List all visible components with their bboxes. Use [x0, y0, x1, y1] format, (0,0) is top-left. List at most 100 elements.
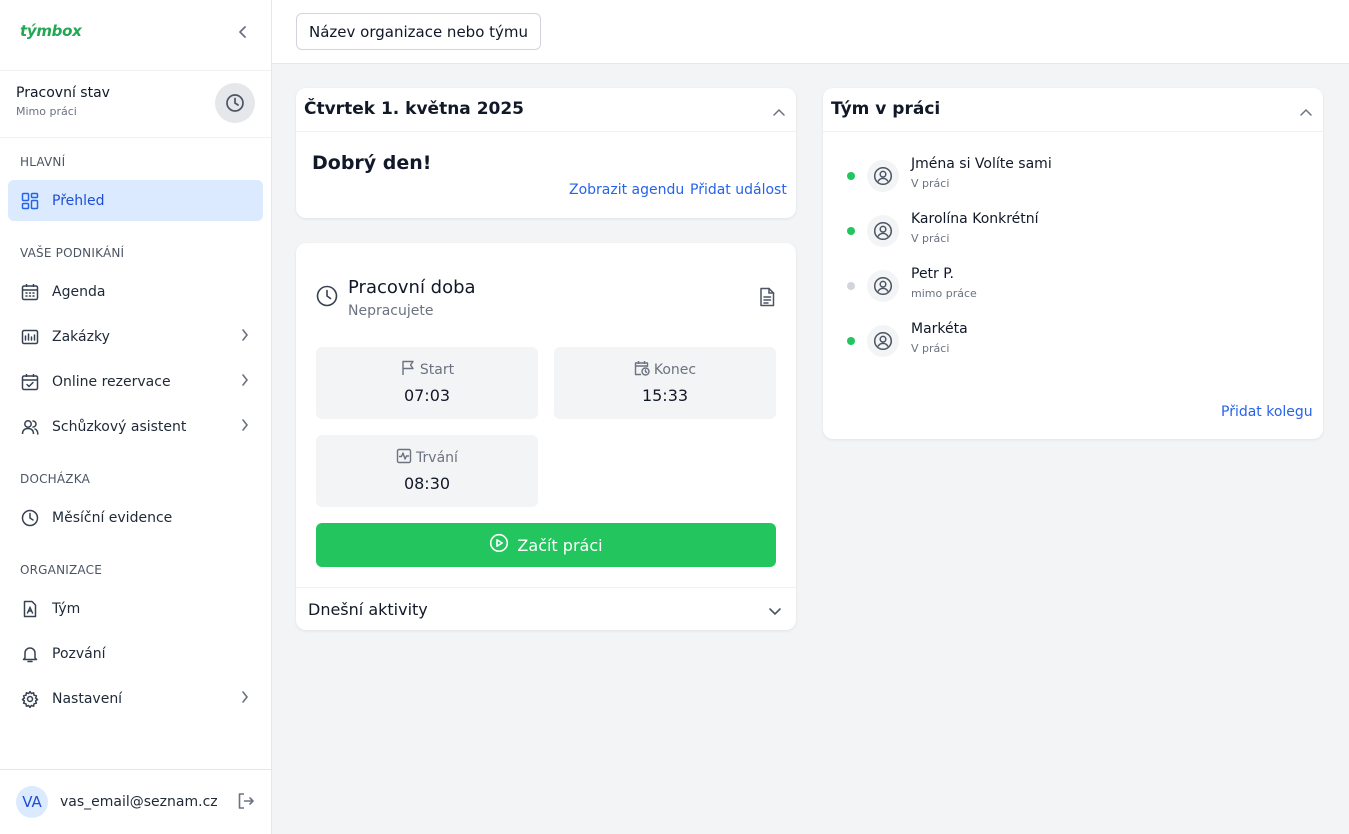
- clock-icon: [20, 508, 40, 528]
- sidebar-item-label: Měsíční evidence: [52, 509, 173, 526]
- start-work-button[interactable]: Začít práci: [316, 523, 776, 567]
- presence-dot: [847, 282, 855, 290]
- sidebar-item-label: Agenda: [52, 283, 106, 300]
- play-icon: [489, 533, 509, 557]
- presence-dot: [847, 172, 855, 180]
- member-status: V práci: [911, 342, 950, 355]
- section-main: HLAVNÍ: [20, 155, 66, 169]
- sidebar-item-label: Zakázky: [52, 328, 110, 345]
- flag-icon: [400, 360, 416, 380]
- clock-icon: [316, 285, 338, 311]
- presence-dot: [847, 337, 855, 345]
- chevron-right-icon: [241, 690, 249, 708]
- user-avatar-icon: [867, 215, 899, 247]
- sidebar-item-label: Tým: [52, 600, 81, 617]
- team-card-header[interactable]: Tým v práci: [823, 88, 1323, 132]
- chevron-right-icon: [241, 373, 249, 391]
- logout-icon[interactable]: [236, 791, 256, 815]
- sidebar-item-label: Online rezervace: [52, 373, 171, 390]
- sidebar-item-label: Schůzkový asistent: [52, 418, 187, 435]
- chevron-right-icon: [241, 418, 249, 436]
- id-badge-icon: [20, 599, 40, 619]
- member-name: Jména si Volíte sami: [911, 156, 1052, 172]
- calendar-clock-icon: [634, 360, 650, 380]
- section-business: VAŠE PODNIKÁNÍ: [20, 246, 125, 260]
- member-status: V práci: [911, 232, 950, 245]
- work-time-card: Pracovní doba Nepracujete Start 07:03 Ko…: [296, 243, 796, 630]
- duration-value: 08:30: [403, 474, 451, 493]
- today-activities-title: Dnešní aktivity: [308, 600, 428, 619]
- organization-name-button[interactable]: Název organizace nebo týmu: [296, 13, 542, 50]
- day-card: Čtvrtek 1. května 2025 Dobrý den! Zobraz…: [296, 88, 796, 218]
- user-email: vas_email@seznam.cz: [60, 794, 218, 810]
- sidebar-item-meeting-assistant[interactable]: Schůzkový asistent: [8, 406, 263, 447]
- show-agenda-link[interactable]: Zobrazit agendu: [569, 182, 684, 198]
- sidebar-item-invites[interactable]: Pozvání: [8, 633, 263, 674]
- chevron-up-icon[interactable]: [772, 102, 786, 121]
- users-icon: [20, 417, 40, 437]
- user-footer: VA vas_email@seznam.cz: [0, 769, 271, 834]
- sidebar-item-orders[interactable]: Zakázky: [8, 316, 263, 357]
- add-event-link[interactable]: Přidat událost: [690, 182, 787, 198]
- chevron-right-icon: [241, 328, 249, 346]
- user-avatar-icon: [867, 160, 899, 192]
- end-label: Konec: [653, 362, 697, 378]
- sidebar-item-label: Pozvání: [52, 645, 106, 662]
- team-member[interactable]: Petr P. mimo práce: [847, 266, 1307, 306]
- start-value: 07:03: [403, 386, 451, 405]
- greeting-text: Dobrý den!: [312, 152, 432, 174]
- collapse-sidebar-icon[interactable]: [234, 22, 252, 42]
- team-member[interactable]: Karolína Konkrétní V práci: [847, 211, 1307, 251]
- section-organization: ORGANIZACE: [20, 563, 102, 577]
- day-card-header[interactable]: Čtvrtek 1. května 2025: [296, 88, 796, 132]
- start-label: Start: [419, 362, 455, 378]
- member-name: Petr P.: [911, 266, 954, 282]
- end-value: 15:33: [641, 386, 689, 405]
- user-avatar-icon: [867, 325, 899, 357]
- today-activities-toggle[interactable]: Dnešní aktivity: [296, 587, 796, 630]
- clock-icon[interactable]: [215, 83, 255, 123]
- duration-label: Trvání: [416, 450, 458, 466]
- sidebar-item-booking[interactable]: Online rezervace: [8, 361, 263, 402]
- avatar[interactable]: VA: [16, 786, 48, 818]
- work-status-value: Mimo práci: [16, 105, 77, 118]
- member-status: V práci: [911, 177, 950, 190]
- duration-tile: Trvání 08:30: [316, 435, 538, 507]
- section-attendance: DOCHÁZKA: [20, 472, 90, 486]
- sidebar-item-monthly-records[interactable]: Měsíční evidence: [8, 497, 263, 538]
- work-time-title: Pracovní doba: [348, 277, 476, 298]
- sidebar-item-settings[interactable]: Nastavení: [8, 678, 263, 719]
- presence-dot: [847, 227, 855, 235]
- sidebar-item-team[interactable]: Tým: [8, 588, 263, 629]
- member-name: Markéta: [911, 321, 968, 337]
- calendar-check-icon: [20, 372, 40, 392]
- dashboard-icon: [20, 191, 40, 211]
- work-status-panel: Pracovní stav Mimo práci: [0, 70, 271, 138]
- team-card-title: Tým v práci: [831, 99, 941, 119]
- top-bar: Název organizace nebo týmu: [272, 0, 1349, 64]
- gear-icon: [20, 689, 40, 709]
- team-at-work-card: Tým v práci Jména si Volíte sami V práci…: [823, 88, 1323, 439]
- work-status-title: Pracovní stav: [16, 85, 110, 101]
- end-time-tile: Konec 15:33: [554, 347, 776, 419]
- member-name: Karolína Konkrétní: [911, 211, 1039, 227]
- team-member[interactable]: Jména si Volíte sami V práci: [847, 156, 1307, 196]
- sidebar: týmbox Pracovní stav Mimo práci HLAVNÍ P…: [0, 0, 272, 834]
- chart-map-icon: [20, 327, 40, 347]
- start-time-tile: Start 07:03: [316, 347, 538, 419]
- document-icon[interactable]: [758, 287, 776, 311]
- chevron-down-icon[interactable]: [768, 602, 782, 621]
- member-status: mimo práce: [911, 287, 977, 300]
- sidebar-item-agenda[interactable]: Agenda: [8, 271, 263, 312]
- user-avatar-icon: [867, 270, 899, 302]
- sidebar-item-overview[interactable]: Přehled: [8, 180, 263, 221]
- add-colleague-link[interactable]: Přidat kolegu: [1221, 404, 1313, 420]
- team-member[interactable]: Markéta V práci: [847, 321, 1307, 361]
- activity-icon: [396, 448, 412, 468]
- app-logo[interactable]: týmbox: [20, 22, 82, 40]
- sidebar-item-label: Nastavení: [52, 690, 123, 707]
- chevron-up-icon[interactable]: [1299, 102, 1313, 121]
- date-title: Čtvrtek 1. května 2025: [304, 99, 525, 119]
- sidebar-item-label: Přehled: [52, 192, 105, 209]
- work-time-status: Nepracujete: [348, 303, 434, 319]
